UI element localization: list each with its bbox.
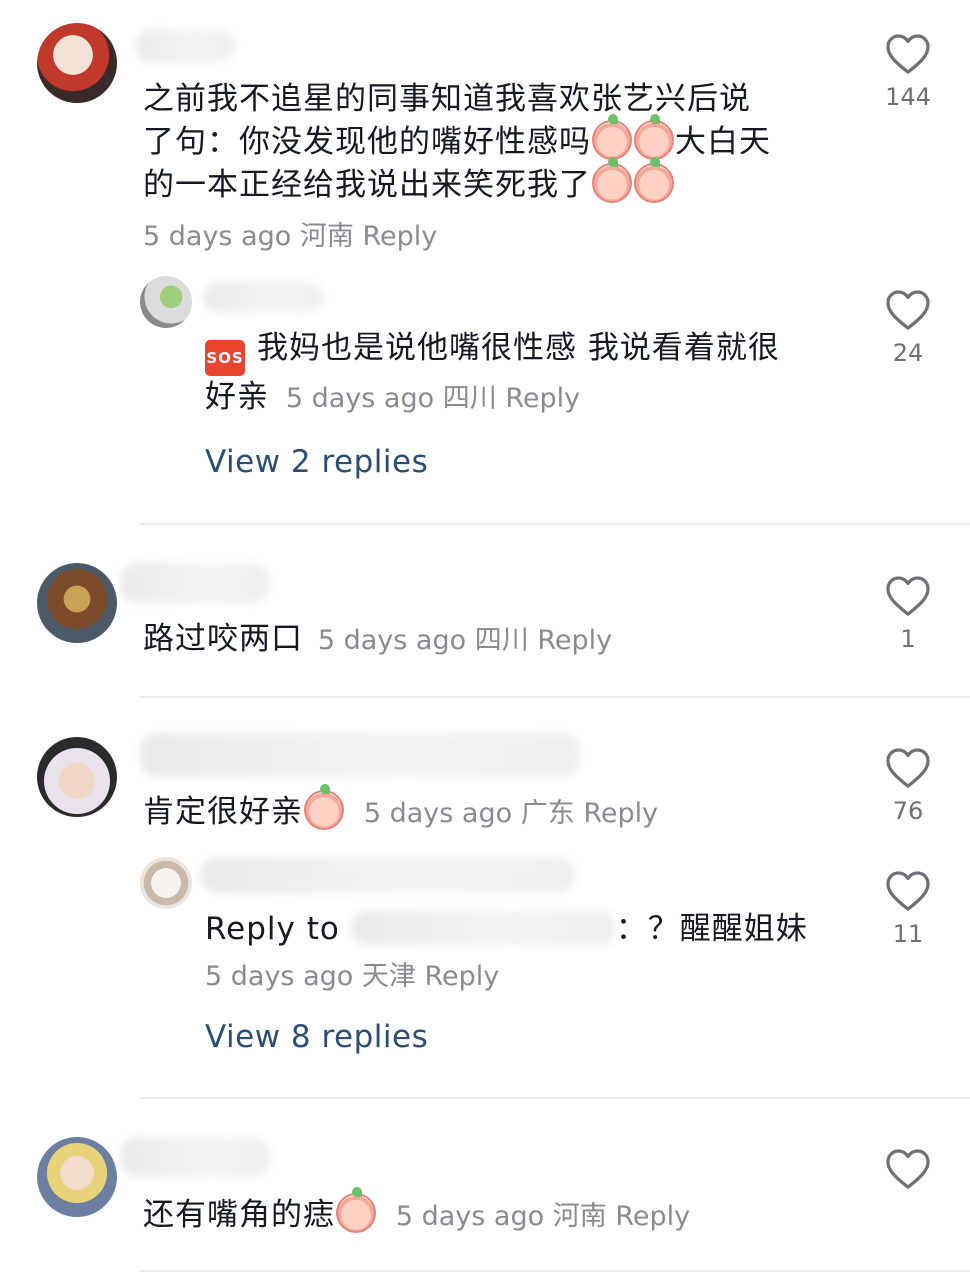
- location: 河南: [552, 1201, 607, 1232]
- heart-outline-icon: [886, 34, 930, 74]
- timestamp: 5 days ago: [317, 625, 467, 656]
- avatar[interactable]: [37, 1137, 117, 1217]
- username-blurred[interactable]: [140, 733, 580, 777]
- heart-outline-icon: [886, 290, 930, 330]
- divider: [140, 1270, 970, 1272]
- divider: [140, 523, 970, 525]
- like-count: 76: [892, 797, 924, 825]
- comment-meta: 5 days ago 河南 Reply: [143, 214, 437, 253]
- like-count: 24: [892, 339, 924, 367]
- reply-button[interactable]: Reply: [615, 1201, 690, 1232]
- peach-face-emoji-icon: [304, 784, 344, 830]
- reply-button[interactable]: Reply: [537, 625, 612, 656]
- avatar[interactable]: [37, 23, 117, 103]
- view-replies-link[interactable]: View 2 replies: [205, 444, 428, 480]
- comment-text: 肯定很好亲 5 days ago 广东 Reply: [143, 784, 658, 835]
- like-button[interactable]: 76: [868, 747, 948, 825]
- like-button[interactable]: 24: [868, 289, 948, 367]
- like-count: 1: [900, 625, 916, 653]
- avatar[interactable]: [140, 857, 192, 909]
- reply-text: SOS 我妈也是说他嘴很性感 我说看着就很 好亲 5 days ago 四川 Re…: [205, 330, 780, 415]
- divider: [140, 696, 970, 698]
- heart-outline-icon: [886, 748, 930, 788]
- avatar[interactable]: [37, 737, 117, 817]
- comment-text: 还有嘴角的痣 5 days ago 河南 Reply: [143, 1187, 690, 1238]
- timestamp: 5 days ago: [363, 798, 513, 829]
- peach-face-emoji-icon: [592, 157, 632, 203]
- username-blurred[interactable]: [203, 282, 323, 312]
- divider: [140, 1097, 970, 1099]
- sos-emoji-icon: SOS: [205, 340, 245, 376]
- timestamp: 5 days ago: [395, 1201, 545, 1232]
- comment-meta: 5 days ago 四川 Reply: [286, 383, 580, 414]
- location: 四川: [442, 383, 497, 414]
- peach-face-emoji-icon: [336, 1187, 376, 1233]
- peach-face-emoji-icon: [634, 114, 674, 160]
- reply-text: Reply to ：？醒醒姐妹: [205, 911, 808, 947]
- username-blurred[interactable]: [120, 563, 270, 603]
- avatar[interactable]: [140, 276, 192, 328]
- reply-to-label: Reply to: [205, 911, 340, 947]
- username-blurred[interactable]: [200, 857, 575, 893]
- comment-meta: 5 days ago 四川 Reply: [318, 625, 612, 656]
- reply-button[interactable]: Reply: [505, 383, 580, 414]
- like-count: 144: [885, 83, 931, 111]
- reply-button[interactable]: Reply: [583, 798, 658, 829]
- location: 广东: [520, 798, 575, 829]
- peach-face-emoji-icon: [634, 157, 674, 203]
- like-button[interactable]: 11: [868, 870, 948, 948]
- comment-text: 路过咬两口 5 days ago 四川 Reply: [143, 621, 613, 657]
- heart-outline-icon: [886, 871, 930, 911]
- reply-button[interactable]: Reply: [424, 961, 499, 992]
- comment-meta: 5 days ago 天津 Reply: [205, 954, 499, 993]
- comment-text: 之前我不追星的同事知道我喜欢张艺兴后说 了句：你没发现他的嘴好性感吗 大白天 的一…: [143, 81, 771, 203]
- location: 河南: [299, 221, 354, 252]
- location: 天津: [361, 961, 416, 992]
- comment-meta: 5 days ago 河南 Reply: [396, 1201, 690, 1232]
- avatar[interactable]: [37, 563, 117, 643]
- heart-outline-icon: [886, 1149, 930, 1189]
- location: 四川: [474, 625, 529, 656]
- mention-blurred[interactable]: [350, 911, 616, 945]
- timestamp: 5 days ago: [205, 961, 354, 992]
- peach-face-emoji-icon: [592, 114, 632, 160]
- like-count: 11: [892, 920, 924, 948]
- heart-outline-icon: [886, 576, 930, 616]
- timestamp: 5 days ago: [143, 221, 292, 252]
- like-button[interactable]: 1: [868, 575, 948, 653]
- username-blurred[interactable]: [135, 30, 235, 62]
- view-replies-link[interactable]: View 8 replies: [205, 1019, 428, 1055]
- like-button[interactable]: 144: [868, 33, 948, 111]
- timestamp: 5 days ago: [285, 383, 435, 414]
- reply-button[interactable]: Reply: [362, 221, 437, 252]
- like-button[interactable]: [868, 1148, 948, 1190]
- username-blurred[interactable]: [120, 1137, 270, 1177]
- comment-meta: 5 days ago 广东 Reply: [364, 798, 658, 829]
